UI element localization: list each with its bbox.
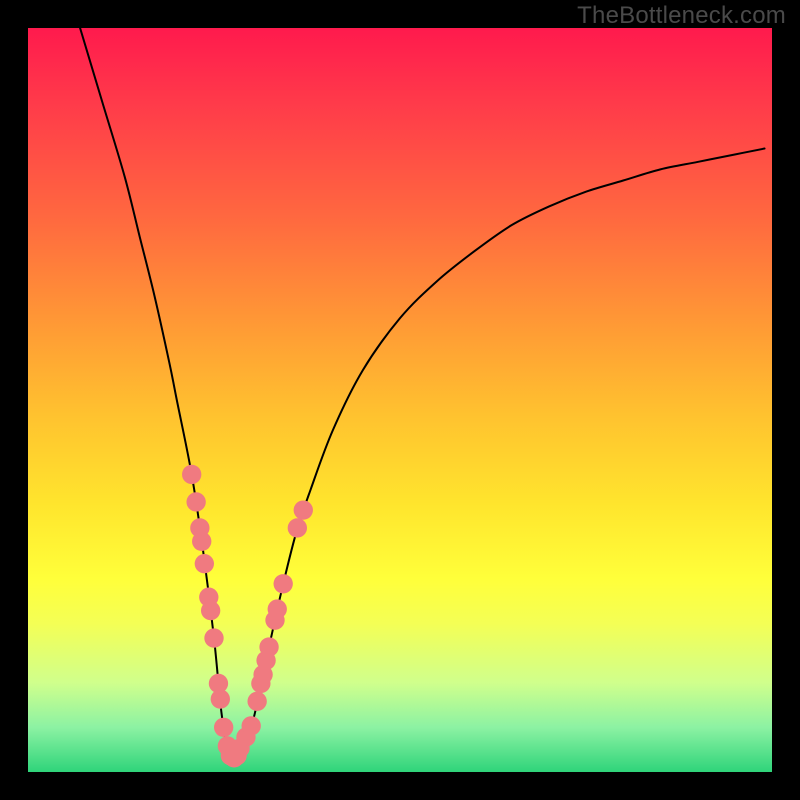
data-marker	[214, 718, 233, 737]
data-marker	[204, 628, 223, 647]
data-marker	[195, 554, 214, 573]
data-marker	[294, 500, 313, 519]
plot-area	[28, 28, 772, 772]
data-marker	[211, 689, 230, 708]
data-marker	[288, 518, 307, 537]
data-marker	[247, 692, 266, 711]
marker-layer	[182, 465, 313, 768]
data-marker	[274, 574, 293, 593]
attribution-watermark: TheBottleneck.com	[577, 2, 786, 30]
data-marker	[242, 716, 261, 735]
bottleneck-curve	[80, 28, 764, 762]
data-marker	[268, 599, 287, 618]
curve-layer	[28, 28, 772, 772]
data-marker	[259, 637, 278, 656]
data-marker	[192, 532, 211, 551]
data-marker	[182, 465, 201, 484]
data-marker	[186, 492, 205, 511]
chart-frame: TheBottleneck.com	[0, 0, 800, 800]
data-marker	[201, 601, 220, 620]
